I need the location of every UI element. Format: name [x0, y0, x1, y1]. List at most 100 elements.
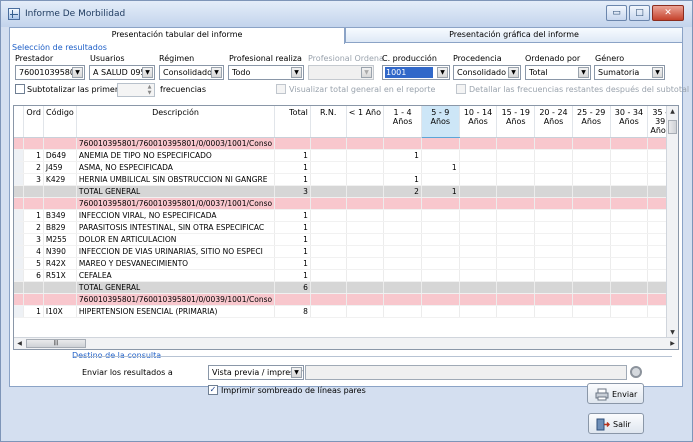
row-indicator[interactable] — [14, 233, 25, 246]
row-indicator[interactable] — [14, 281, 25, 294]
cell-empty — [572, 185, 611, 198]
total-row[interactable]: TOTAL GENERAL 6 — [14, 281, 678, 294]
table-row[interactable]: 3 M255 DOLOR EN ARTICULACION 1 — [14, 233, 678, 246]
window-title: Informe De Morbilidad — [25, 9, 126, 19]
cell-empty — [496, 245, 536, 258]
row-indicator[interactable] — [14, 185, 25, 198]
cell-ord: 3 — [23, 173, 44, 186]
imprimir-sombreado-checkbox[interactable]: ✓ — [208, 385, 218, 395]
frecuencias-stepper[interactable]: ▲ ▼ — [117, 83, 155, 97]
table-row[interactable]: 4 N390 INFECCION DE VIAS URINARIAS, SITIO … — [14, 245, 678, 258]
row-indicator[interactable] — [14, 293, 25, 306]
cell-a1-4 — [383, 305, 422, 318]
chevron-down-icon: ▼ — [361, 67, 372, 78]
usuarios-combo[interactable]: A SALUD 095 ▼ — [89, 65, 155, 80]
cell-lt1 — [346, 281, 385, 294]
enviar-combo[interactable]: Vista previa / impresor ▼ — [208, 365, 304, 380]
tab-grafica[interactable]: Presentación gráfica del informe — [345, 27, 683, 43]
cell-empty — [459, 185, 498, 198]
results-grid[interactable]: Ord Código Descripción Total R.N. < 1 Añ… — [13, 105, 679, 350]
cell-rn — [310, 185, 347, 198]
scroll-left-icon[interactable]: ◀ — [14, 338, 25, 349]
subtotalizar-label: Subtotalizar las primeras — [27, 85, 128, 94]
maximize-button[interactable]: □ — [629, 5, 650, 21]
row-indicator[interactable] — [14, 173, 25, 186]
row-indicator[interactable] — [14, 137, 25, 150]
ordenado-por-combo[interactable]: Total ▼ — [525, 65, 591, 80]
chevron-down-icon: ▼ — [211, 67, 222, 78]
row-indicator[interactable] — [14, 149, 25, 162]
tabular-panel: Selección de resultados Prestador 760010… — [9, 42, 689, 404]
group-header-row[interactable]: 760010395801/760010395801/0/0003/1001/Co… — [14, 137, 678, 150]
regimen-value: Consolidado — [163, 68, 213, 77]
total-row[interactable]: TOTAL GENERAL 3 2 1 — [14, 185, 678, 198]
row-indicator[interactable] — [14, 257, 25, 270]
tab-tabular[interactable]: Presentación tabular del informe — [9, 27, 345, 44]
stepper-down-icon: ▼ — [147, 90, 152, 96]
table-row[interactable]: 2 B829 PARASITOSIS INTESTINAL, SIN OTRA ES… — [14, 221, 678, 234]
minimize-button[interactable]: ▭ — [606, 5, 627, 21]
table-row[interactable]: 1 D649 ANEMIA DE TIPO NO ESPECIFICADO 1 1 — [14, 149, 678, 162]
header-20-24[interactable]: 20 - 24 Años — [534, 106, 573, 138]
procedencia-combo[interactable]: Consolidado ▼ — [453, 65, 521, 80]
table-row[interactable]: 5 R42X MAREO Y DESVANECIMIENTO 1 — [14, 257, 678, 270]
grid-body: 760010395801/760010395801/0/0003/1001/Co… — [14, 137, 678, 318]
header-total[interactable]: Total — [274, 106, 311, 138]
cell-lt1 — [346, 185, 385, 198]
header-ord[interactable]: Ord — [23, 106, 44, 138]
row-indicator[interactable] — [14, 269, 25, 282]
cell-rn — [310, 245, 347, 258]
row-indicator[interactable] — [14, 305, 25, 318]
genero-combo[interactable]: Sumatoria ▼ — [594, 65, 665, 80]
scroll-right-icon[interactable]: ▶ — [667, 338, 678, 349]
enviar-button[interactable]: Enviar — [587, 383, 644, 404]
chevron-down-icon: ▼ — [142, 67, 153, 78]
table-row[interactable]: 1 B349 INFECCION VIRAL, NO ESPECIFICADA 1 — [14, 209, 678, 222]
table-row[interactable]: 1 I10X HIPERTENSION ESENCIAL (PRIMARIA) 8 — [14, 305, 678, 318]
subtotalizar-checkbox[interactable] — [15, 84, 25, 94]
cell-lt1 — [346, 161, 385, 174]
cell-a1-4 — [383, 269, 422, 282]
gear-icon[interactable] — [630, 366, 642, 378]
header-30-34[interactable]: 30 - 34 Años — [610, 106, 649, 138]
header-lt1[interactable]: < 1 Año — [346, 106, 385, 138]
row-indicator[interactable] — [14, 197, 25, 210]
header-1-4[interactable]: 1 - 4 Años — [383, 106, 422, 138]
cell-descripcion: HIPERTENSION ESENCIAL (PRIMARIA) — [76, 305, 276, 318]
header-descripcion[interactable]: Descripción — [76, 106, 276, 138]
prestador-combo[interactable]: 760010395801 ▼ — [15, 65, 85, 80]
table-row[interactable]: 2 J459 ASMA, NO ESPECIFICADA 1 1 — [14, 161, 678, 174]
header-5-9[interactable]: 5 - 9 Años — [421, 106, 460, 138]
scroll-up-icon[interactable]: ▲ — [667, 106, 678, 117]
c-produccion-combo[interactable]: 1001 ▼ — [382, 65, 450, 80]
printer-icon — [595, 388, 609, 401]
header-codigo[interactable]: Código — [43, 106, 77, 138]
cell-empty — [534, 149, 573, 162]
horizontal-scrollbar[interactable]: ◀ ||| ▶ — [14, 337, 678, 349]
header-25-29[interactable]: 25 - 29 Años — [572, 106, 611, 138]
header-rn[interactable]: R.N. — [310, 106, 347, 138]
row-indicator[interactable] — [14, 209, 25, 222]
table-row[interactable]: 6 R51X CEFALEA 1 — [14, 269, 678, 282]
horizontal-scroll-thumb[interactable]: ||| — [26, 339, 86, 348]
title-bar[interactable]: Informe De Morbilidad ▭ □ ✕ — [1, 1, 692, 27]
vertical-scrollbar[interactable]: ▲ ▼ — [666, 106, 678, 338]
cell-descripcion: CEFALEA — [76, 269, 276, 282]
row-indicator[interactable] — [14, 221, 25, 234]
regimen-combo[interactable]: Consolidado ▼ — [159, 65, 224, 80]
header-15-19[interactable]: 15 - 19 Años — [496, 106, 536, 138]
cell-empty — [534, 221, 573, 234]
header-10-14[interactable]: 10 - 14 Años — [459, 106, 498, 138]
table-row[interactable]: 3 K429 HERNIA UMBILICAL SIN OBSTRUCCION NI… — [14, 173, 678, 186]
close-button[interactable]: ✕ — [652, 5, 684, 21]
row-indicator[interactable] — [14, 161, 25, 174]
salir-button[interactable]: Salir — [588, 413, 644, 434]
group-header-row[interactable]: 760010395801/760010395801/0/0037/1001/Co… — [14, 197, 678, 210]
group-header-row[interactable]: 760010395801/760010395801/0/0039/1001/Co… — [14, 293, 678, 306]
vertical-scroll-thumb[interactable] — [668, 120, 677, 134]
profesional-realiza-combo[interactable]: Todo ▼ — [228, 65, 304, 80]
row-indicator[interactable] — [14, 245, 25, 258]
cell-codigo: D649 — [43, 149, 77, 162]
cell-empty — [572, 137, 611, 150]
cell-total: 6 — [274, 281, 311, 294]
